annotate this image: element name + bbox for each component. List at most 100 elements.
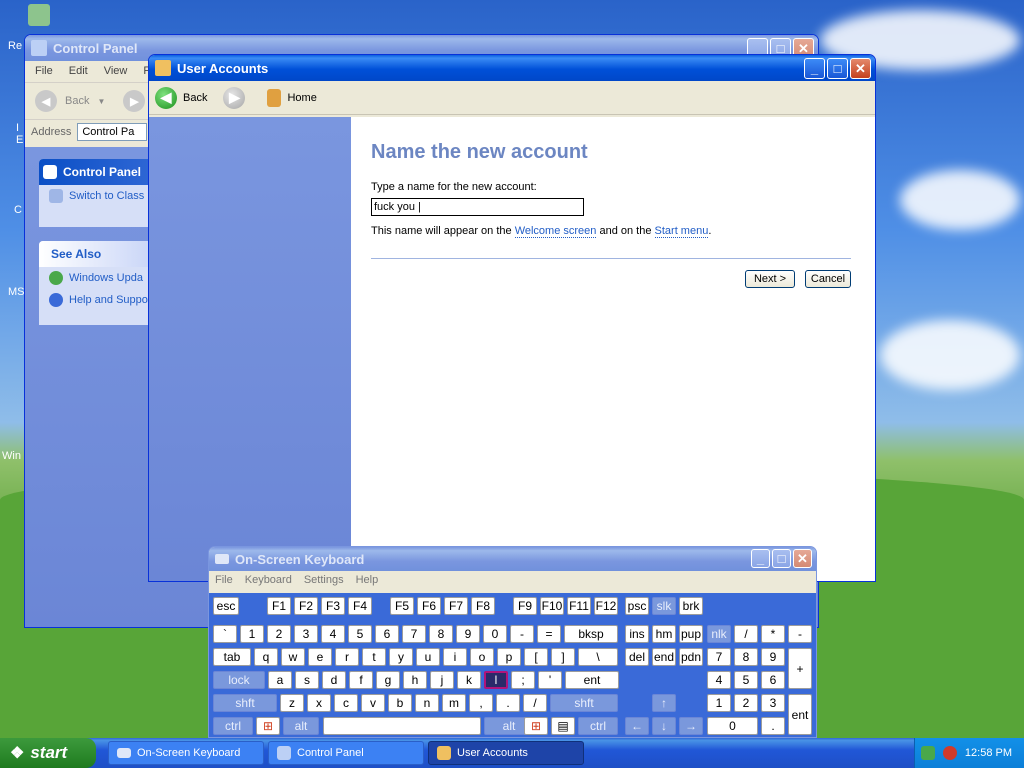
close-button[interactable]: ✕ xyxy=(793,549,812,568)
key-→[interactable]: → xyxy=(679,717,703,735)
key-h[interactable]: h xyxy=(403,671,427,689)
key-F10[interactable]: F10 xyxy=(540,597,564,615)
osk-titlebar[interactable]: On-Screen Keyboard _ □ ✕ xyxy=(209,547,816,571)
key-F9[interactable]: F9 xyxy=(513,597,537,615)
key-g[interactable]: g xyxy=(376,671,400,689)
key-u[interactable]: u xyxy=(416,648,440,666)
home-users-icon[interactable] xyxy=(267,88,282,107)
key-\[interactable]: \ xyxy=(578,648,618,666)
forward-arrow-icon[interactable]: ▶ xyxy=(123,90,146,112)
windows-key[interactable]: ⊞ xyxy=(524,717,548,735)
key-x[interactable]: x xyxy=(307,694,331,712)
key-F5[interactable]: F5 xyxy=(390,597,414,615)
close-button[interactable]: ✕ xyxy=(850,58,871,79)
key-F6[interactable]: F6 xyxy=(417,597,441,615)
key-`[interactable]: ` xyxy=(213,625,237,643)
key-lock[interactable]: lock xyxy=(213,671,265,689)
key-d[interactable]: d xyxy=(322,671,346,689)
key-p[interactable]: p xyxy=(497,648,521,666)
key-1[interactable]: 1 xyxy=(240,625,264,643)
key-↓[interactable]: ↓ xyxy=(652,717,676,735)
key--[interactable]: - xyxy=(788,625,812,643)
key-F4[interactable]: F4 xyxy=(348,597,372,615)
key-e[interactable]: e xyxy=(308,648,332,666)
key-=[interactable]: = xyxy=(537,625,561,643)
key-v[interactable]: v xyxy=(361,694,385,712)
menu-view[interactable]: View xyxy=(104,65,128,78)
start-button[interactable]: ❖ start xyxy=(0,738,96,768)
key-t[interactable]: t xyxy=(362,648,386,666)
account-name-input[interactable]: fuck you | xyxy=(371,198,584,216)
key-ctrl[interactable]: ctrl xyxy=(578,717,618,735)
menu-keyboard[interactable]: Keyboard xyxy=(245,574,292,588)
key-▤[interactable]: ▤ xyxy=(551,717,575,735)
key-esc[interactable]: esc xyxy=(213,597,239,615)
key-q[interactable]: q xyxy=(254,648,278,666)
key-ent[interactable]: ent xyxy=(565,671,619,689)
key-pdn[interactable]: pdn xyxy=(679,648,703,666)
start-menu-link[interactable]: Start menu xyxy=(654,225,709,238)
key-hm[interactable]: hm xyxy=(652,625,676,643)
taskbar-button-user-accounts[interactable]: User Accounts xyxy=(428,741,584,765)
menu-edit[interactable]: Edit xyxy=(69,65,88,78)
taskbar-button-osk[interactable]: On-Screen Keyboard xyxy=(108,741,264,765)
key-k[interactable]: k xyxy=(457,671,481,689)
key-y[interactable]: y xyxy=(389,648,413,666)
key-3[interactable]: 3 xyxy=(761,694,785,712)
forward-arrow-icon[interactable]: ▶ xyxy=(223,86,246,109)
key-F12[interactable]: F12 xyxy=(594,597,618,615)
key-2[interactable]: 2 xyxy=(267,625,291,643)
help-support-link[interactable]: Help and Suppo xyxy=(39,289,159,311)
back-label[interactable]: Back xyxy=(65,95,89,107)
key-'[interactable]: ' xyxy=(538,671,562,689)
key-del[interactable]: del xyxy=(625,648,649,666)
menu-help[interactable]: Help xyxy=(356,574,379,588)
key-8[interactable]: 8 xyxy=(734,648,758,666)
maximize-button[interactable]: □ xyxy=(772,549,791,568)
key-0[interactable]: 0 xyxy=(707,717,758,735)
taskbar-button-control-panel[interactable]: Control Panel xyxy=(268,741,424,765)
menu-settings[interactable]: Settings xyxy=(304,574,344,588)
key-5[interactable]: 5 xyxy=(348,625,372,643)
key-4[interactable]: 4 xyxy=(321,625,345,643)
key-7[interactable]: 7 xyxy=(402,625,426,643)
key-brk[interactable]: brk xyxy=(679,597,703,615)
back-label[interactable]: Back xyxy=(183,92,207,104)
numpad-plus-key[interactable]: + xyxy=(788,648,812,689)
key-][interactable]: ] xyxy=(551,648,575,666)
next-button[interactable]: Next > xyxy=(745,270,795,288)
key-0[interactable]: 0 xyxy=(483,625,507,643)
key-,[interactable]: , xyxy=(469,694,493,712)
key-8[interactable]: 8 xyxy=(429,625,453,643)
address-field[interactable]: Control Pa xyxy=(77,122,148,141)
key-1[interactable]: 1 xyxy=(707,694,731,712)
windows-update-link[interactable]: Windows Upda xyxy=(39,267,159,289)
key-ins[interactable]: ins xyxy=(625,625,649,643)
menu-file[interactable]: File xyxy=(215,574,233,588)
user-accounts-titlebar[interactable]: User Accounts _ □ ✕ xyxy=(149,55,875,81)
key-5[interactable]: 5 xyxy=(734,671,758,689)
key-F8[interactable]: F8 xyxy=(471,597,495,615)
key-pup[interactable]: pup xyxy=(679,625,703,643)
switch-to-classic-link[interactable]: Switch to Class xyxy=(39,185,159,207)
numpad-enter-key[interactable]: ent xyxy=(788,694,812,735)
clock[interactable]: 12:58 PM xyxy=(965,747,1012,759)
key-↑[interactable]: ↑ xyxy=(652,694,676,712)
key-alt[interactable]: alt xyxy=(283,717,319,735)
key-.[interactable]: . xyxy=(761,717,785,735)
security-shield-icon[interactable] xyxy=(942,746,957,760)
welcome-screen-link[interactable]: Welcome screen xyxy=(514,225,597,238)
key--[interactable]: - xyxy=(510,625,534,643)
key-F1[interactable]: F1 xyxy=(267,597,291,615)
key-m[interactable]: m xyxy=(442,694,466,712)
key-end[interactable]: end xyxy=(652,648,676,666)
key-F7[interactable]: F7 xyxy=(444,597,468,615)
key-z[interactable]: z xyxy=(280,694,304,712)
key-3[interactable]: 3 xyxy=(294,625,318,643)
key-F2[interactable]: F2 xyxy=(294,597,318,615)
key-nlk[interactable]: nlk xyxy=(707,625,731,643)
recycle-bin-icon[interactable] xyxy=(28,4,50,26)
cancel-button[interactable]: Cancel xyxy=(805,270,851,288)
key-c[interactable]: c xyxy=(334,694,358,712)
key-s[interactable]: s xyxy=(295,671,319,689)
